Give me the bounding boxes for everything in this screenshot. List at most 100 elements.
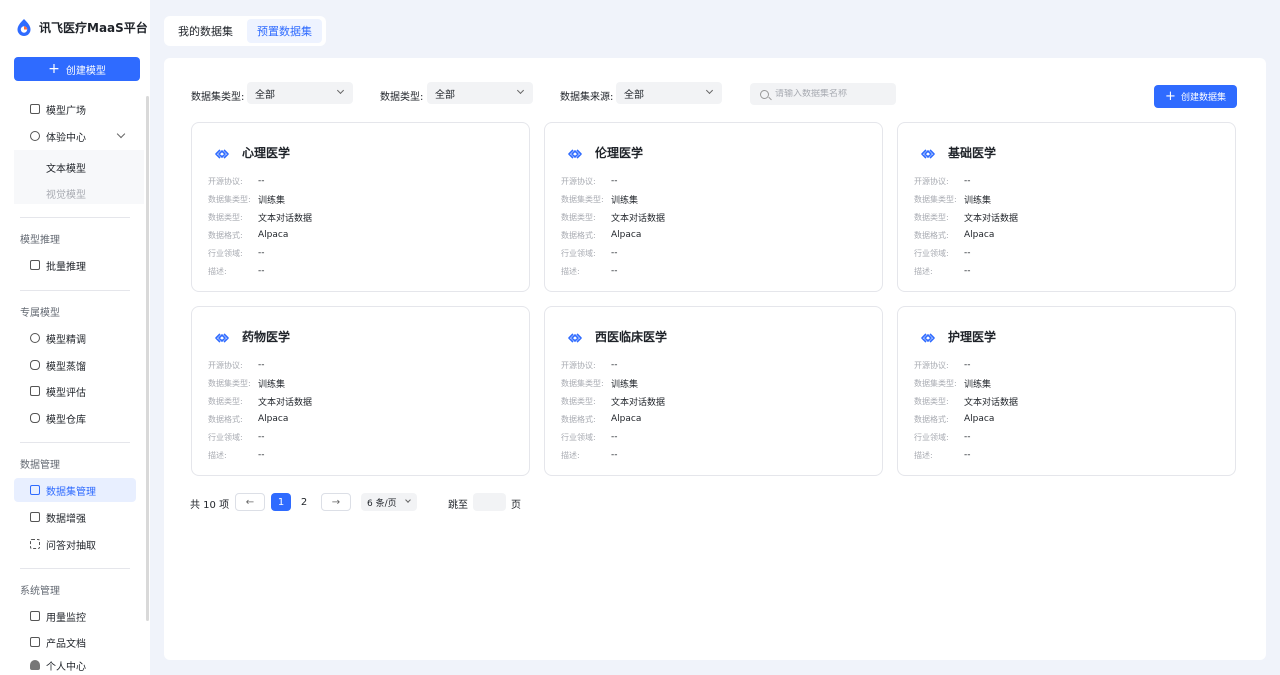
field-value: 文本对话数据 [611,213,666,224]
field-label: 数据格式: [561,414,596,424]
user-icon [30,660,40,670]
field-label: 数据类型: [208,396,243,406]
card-field-license: 开源协议: -- [208,174,265,188]
field-value: 训练集 [611,379,639,390]
card-field-desc: 描述: -- [561,264,618,278]
sidebar-item-distill[interactable]: 模型蒸馏 [14,353,136,377]
chevron-down-icon [336,86,345,95]
card-field-license: 开源协议: -- [561,358,618,372]
filter-source-label: 数据集来源: [560,92,614,103]
plus-icon: + [48,61,60,77]
field-value: -- [611,266,618,276]
sidebar-item-experience-center[interactable]: 体验中心 [14,124,136,148]
dataset-card[interactable]: 护理医学 开源协议: -- 数据集类型: 训练集 数据类型: 文本对话数据 数据格式: Alpa… [897,306,1236,476]
pagination-jump-input[interactable] [473,493,506,511]
card-field-dataset-type: 数据集类型: 训练集 [914,192,991,206]
evaluate-icon [30,386,40,396]
dataset-card[interactable]: 心理医学 开源协议: -- 数据集类型: 训练集 数据类型: 文本对话数据 数据格式: Alpa… [191,122,530,292]
field-label: 数据格式: [914,414,949,424]
sidebar-item-evaluate[interactable]: 模型评估 [14,379,136,403]
sidebar-item-qa-extract[interactable]: 问答对抽取 [14,532,136,556]
field-label: 开源协议: [208,176,243,186]
plus-icon: + [1165,89,1176,104]
pagination-next-button[interactable]: → [321,493,351,511]
tab-preset-datasets[interactable]: 预置数据集 [247,19,322,43]
field-label: 描述: [914,266,933,276]
dataset-link-icon [567,148,583,159]
field-label: 开源协议: [561,360,596,370]
brand[interactable]: 讯飞医疗MaaS平台 [16,16,148,38]
field-value: Alpaca [258,414,289,424]
field-label: 数据类型: [561,212,596,222]
dataset-card[interactable]: 伦理医学 开源协议: -- 数据集类型: 训练集 数据类型: 文本对话数据 数据格式: Alpa… [544,122,883,292]
tune-icon [30,333,40,343]
pagination-jump-unit: 页 [511,500,521,511]
dataset-tabs: 我的数据集 预置数据集 [164,16,326,46]
pagination-jump-label: 跳至 [448,500,468,511]
field-label: 行业领域: [561,248,596,258]
field-label: 数据集类型: [208,378,251,388]
card-title: 药物医学 [242,330,291,344]
field-label: 数据格式: [208,230,243,240]
field-label: 描述: [561,266,580,276]
search-input[interactable] [775,89,885,99]
refresh-icon [30,131,40,141]
field-value: -- [964,360,971,370]
field-value: 训练集 [964,379,992,390]
field-value: Alpaca [611,414,642,424]
field-value: -- [611,450,618,460]
sidebar-item-vision-model[interactable]: 视觉模型 [46,186,86,201]
filter-source-select[interactable]: 全部 [616,82,722,104]
folder-icon [30,512,40,522]
dataset-card[interactable]: 基础医学 开源协议: -- 数据集类型: 训练集 数据类型: 文本对话数据 数据格式: Alpa… [897,122,1236,292]
card-field-data-type: 数据类型: 文本对话数据 [914,394,1018,408]
card-field-format: 数据格式: Alpaca [914,228,994,242]
grid-icon [30,104,40,114]
sidebar-item-text-model[interactable]: 文本模型 [46,160,86,175]
sidebar-item-model-square[interactable]: 模型广场 [14,97,136,121]
tab-my-datasets[interactable]: 我的数据集 [168,19,243,43]
sidebar-item-batch-inference[interactable]: 批量推理 [14,253,136,277]
dataset-link-icon [920,332,936,343]
filter-data-type-select[interactable]: 全部 [427,82,533,104]
field-label: 描述: [208,450,227,460]
dataset-icon [30,485,40,495]
field-value: -- [611,248,618,258]
sidebar-item-profile[interactable]: 个人中心 [14,653,136,675]
field-label: 开源协议: [208,360,243,370]
card-title: 基础医学 [948,146,997,160]
dataset-card[interactable]: 药物医学 开源协议: -- 数据集类型: 训练集 数据类型: 文本对话数据 数据格式: Alpa… [191,306,530,476]
filter-dataset-type-label: 数据集类型: [191,92,245,103]
dataset-card[interactable]: 西医临床医学 开源协议: -- 数据集类型: 训练集 数据类型: 文本对话数据 数据格式: Al… [544,306,883,476]
pagination-page[interactable]: 2 [294,493,314,511]
pagination-page[interactable]: 1 [271,493,291,511]
filter-dataset-type-select[interactable]: 全部 [247,82,353,104]
sidebar-item-data-augment[interactable]: 数据增强 [14,505,136,529]
sidebar-item-usage-monitor[interactable]: 用量监控 [14,604,136,628]
page-size-select[interactable]: 6 条/页 [361,493,417,511]
field-value: 文本对话数据 [964,397,1019,408]
card-title: 心理医学 [242,146,291,160]
create-model-button[interactable]: + 创建模型 [14,57,140,81]
card-field-desc: 描述: -- [914,448,971,462]
repository-icon [30,413,40,423]
sidebar-scrollbar[interactable] [146,96,149,621]
field-label: 数据格式: [561,230,596,240]
card-field-desc: 描述: -- [561,448,618,462]
field-value: 文本对话数据 [258,397,313,408]
card-field-data-type: 数据类型: 文本对话数据 [561,210,665,224]
sidebar-item-repository[interactable]: 模型仓库 [14,406,136,430]
chevron-down-icon [405,497,411,503]
sidebar-item-dataset-management[interactable]: 数据集管理 [14,478,136,502]
create-dataset-button[interactable]: + 创建数据集 [1154,85,1237,108]
document-icon [30,637,40,647]
divider [20,442,130,443]
sidebar-item-docs[interactable]: 产品文档 [14,630,136,654]
sidebar-item-fine-tune[interactable]: 模型精调 [14,326,136,350]
dataset-search[interactable] [750,83,896,105]
field-value: -- [964,176,971,186]
card-field-dataset-type: 数据集类型: 训练集 [208,376,285,390]
card-header: 护理医学 [920,328,996,345]
filter-data-type-label: 数据类型: [380,92,424,103]
pagination-prev-button[interactable]: ← [235,493,265,511]
